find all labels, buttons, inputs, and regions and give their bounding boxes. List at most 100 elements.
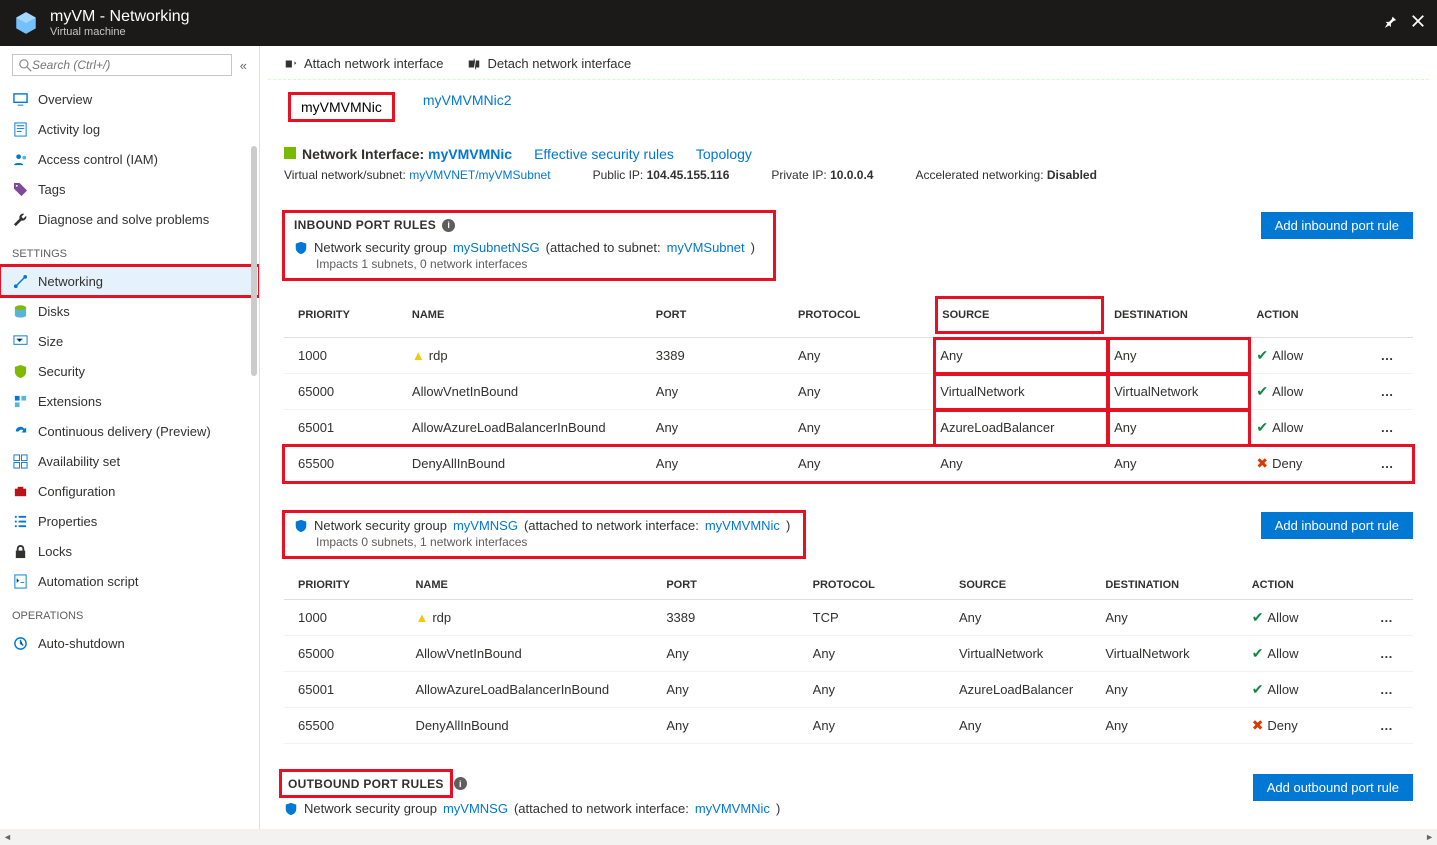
row-menu-icon[interactable]: …	[1381, 384, 1395, 399]
sidebar-item-label: Extensions	[38, 394, 102, 409]
row-menu-icon[interactable]: …	[1380, 610, 1394, 625]
close-icon[interactable]	[1411, 14, 1425, 32]
script-icon	[12, 573, 28, 589]
topology-link[interactable]: Topology	[696, 146, 752, 162]
sidebar-item-label: Auto-shutdown	[38, 636, 125, 651]
sidebar-item-disks[interactable]: Disks	[0, 296, 259, 326]
sidebar-item-label: Security	[38, 364, 85, 379]
sidebar-item-security[interactable]: Security	[0, 356, 259, 386]
clock-icon	[12, 635, 28, 651]
allow-icon: ✔	[1256, 419, 1268, 435]
sidebar-item-continuous-delivery-preview-[interactable]: Continuous delivery (Preview)	[0, 416, 259, 446]
deny-icon: ✖	[1256, 455, 1268, 471]
table-row[interactable]: 65001AllowAzureLoadBalancerInBoundAnyAny…	[284, 410, 1413, 446]
log-icon	[12, 121, 28, 137]
tag-icon	[12, 181, 28, 197]
shield-icon	[12, 363, 28, 379]
nsg-impacts: Impacts 1 subnets, 0 network interfaces	[316, 257, 764, 271]
attach-nic-button[interactable]: Attach network interface	[284, 56, 443, 71]
sidebar-heading-settings: SETTINGS	[0, 234, 259, 266]
add-inbound-rule-button[interactable]: Add inbound port rule	[1261, 512, 1413, 539]
row-menu-icon[interactable]: …	[1381, 420, 1395, 435]
sidebar-item-overview[interactable]: Overview	[0, 84, 259, 114]
nsg-link[interactable]: myVMNSG	[443, 801, 508, 816]
nsg-link[interactable]: mySubnetNSG	[453, 240, 540, 255]
public-ip: Public IP: 104.45.155.116	[593, 168, 730, 182]
pin-icon[interactable]	[1383, 14, 1397, 32]
sidebar-item-label: Configuration	[38, 484, 115, 499]
collapse-sidebar-icon[interactable]: «	[240, 58, 247, 73]
add-inbound-rule-button[interactable]: Add inbound port rule	[1261, 212, 1413, 239]
nsg-impacts: Impacts 0 subnets, 1 network interfaces	[316, 535, 794, 549]
sidebar-item-label: Activity log	[38, 122, 100, 137]
row-menu-icon[interactable]: …	[1381, 456, 1395, 471]
table-row[interactable]: 1000▲rdp3389TCPAnyAny✔Allow…	[284, 600, 1413, 636]
deny-icon: ✖	[1252, 717, 1264, 733]
tab-nic-2[interactable]: myVMVMNic2	[419, 86, 516, 132]
page-subtitle: Virtual machine	[50, 26, 1383, 38]
sidebar-item-configuration[interactable]: Configuration	[0, 476, 259, 506]
vnet-link[interactable]: myVMVNET/myVMSubnet	[409, 168, 550, 182]
ext-icon	[12, 393, 28, 409]
allow-icon: ✔	[1252, 609, 1264, 625]
subnet-link[interactable]: myVMSubnet	[667, 240, 745, 255]
monitor-icon	[12, 91, 28, 107]
info-icon[interactable]: i	[442, 219, 455, 232]
table-row[interactable]: 65500DenyAllInBoundAnyAnyAnyAny✖Deny…	[284, 708, 1413, 744]
sidebar-item-access-control-iam-[interactable]: Access control (IAM)	[0, 144, 259, 174]
sidebar-item-label: Automation script	[38, 574, 138, 589]
nic-name-link[interactable]: myVMVMNic	[428, 146, 512, 162]
accelerated-networking: Accelerated networking: Disabled	[915, 168, 1096, 182]
network-interface-label: Network Interface: myVMVMNic	[284, 146, 512, 162]
avail-icon	[12, 453, 28, 469]
sidebar-item-tags[interactable]: Tags	[0, 174, 259, 204]
vnet-subnet: Virtual network/subnet: myVMVNET/myVMSub…	[284, 168, 551, 182]
inbound-rules-table-2: PRIORITY NAME PORT PROTOCOL SOURCE DESTI…	[284, 569, 1413, 744]
sidebar-heading-operations: OPERATIONS	[0, 596, 259, 628]
row-menu-icon[interactable]: …	[1380, 682, 1394, 697]
row-menu-icon[interactable]: …	[1380, 718, 1394, 733]
sidebar-item-extensions[interactable]: Extensions	[0, 386, 259, 416]
private-ip: Private IP: 10.0.0.4	[771, 168, 873, 182]
row-menu-icon[interactable]: …	[1381, 348, 1395, 363]
table-row[interactable]: 1000▲rdp3389AnyAnyAny✔Allow…	[284, 338, 1413, 374]
sidebar-item-diagnose-and-solve-problems[interactable]: Diagnose and solve problems	[0, 204, 259, 234]
table-row[interactable]: 65000AllowVnetInBoundAnyAnyVirtualNetwor…	[284, 636, 1413, 672]
sidebar-item-automation-script[interactable]: Automation script	[0, 566, 259, 596]
sidebar-item-properties[interactable]: Properties	[0, 506, 259, 536]
table-row[interactable]: 65000AllowVnetInBoundAnyAnyVirtualNetwor…	[284, 374, 1413, 410]
disk-icon	[12, 303, 28, 319]
sidebar-item-label: Availability set	[38, 454, 120, 469]
sidebar-item-label: Size	[38, 334, 63, 349]
add-outbound-rule-button[interactable]: Add outbound port rule	[1253, 774, 1413, 801]
row-menu-icon[interactable]: …	[1380, 646, 1394, 661]
nsg-link[interactable]: myVMNSG	[453, 518, 518, 533]
net-icon	[12, 273, 28, 289]
search-input[interactable]	[12, 54, 232, 76]
detach-nic-button[interactable]: Detach network interface	[467, 56, 631, 71]
page-title: myVM - Networking	[50, 8, 1383, 26]
sidebar-item-availability-set[interactable]: Availability set	[0, 446, 259, 476]
blade-header: myVM - Networking Virtual machine	[0, 0, 1437, 46]
sidebar-item-auto-shutdown[interactable]: Auto-shutdown	[0, 628, 259, 658]
table-row[interactable]: 65001AllowAzureLoadBalancerInBoundAnyAny…	[284, 672, 1413, 708]
sidebar-item-locks[interactable]: Locks	[0, 536, 259, 566]
allow-icon: ✔	[1256, 383, 1268, 399]
sidebar-item-size[interactable]: Size	[0, 326, 259, 356]
sidebar-item-activity-log[interactable]: Activity log	[0, 114, 259, 144]
nic-link[interactable]: myVMVMNic	[705, 518, 780, 533]
horizontal-scrollbar[interactable]	[0, 829, 1437, 845]
allow-icon: ✔	[1252, 681, 1264, 697]
allow-icon: ✔	[1252, 645, 1264, 661]
nic-link[interactable]: myVMVMNic	[695, 801, 770, 816]
sidebar-item-networking[interactable]: Networking	[0, 266, 259, 296]
detach-icon	[467, 57, 481, 71]
sidebar-scrollbar[interactable]	[251, 146, 257, 376]
table-row[interactable]: 65500DenyAllInBoundAnyAnyAnyAny✖Deny…	[284, 446, 1413, 482]
tab-nic-1[interactable]: myVMVMNic	[284, 86, 399, 132]
effective-rules-link[interactable]: Effective security rules	[534, 146, 674, 162]
props-icon	[12, 513, 28, 529]
info-icon[interactable]: i	[454, 777, 467, 790]
sidebar-item-label: Access control (IAM)	[38, 152, 158, 167]
people-icon	[12, 151, 28, 167]
